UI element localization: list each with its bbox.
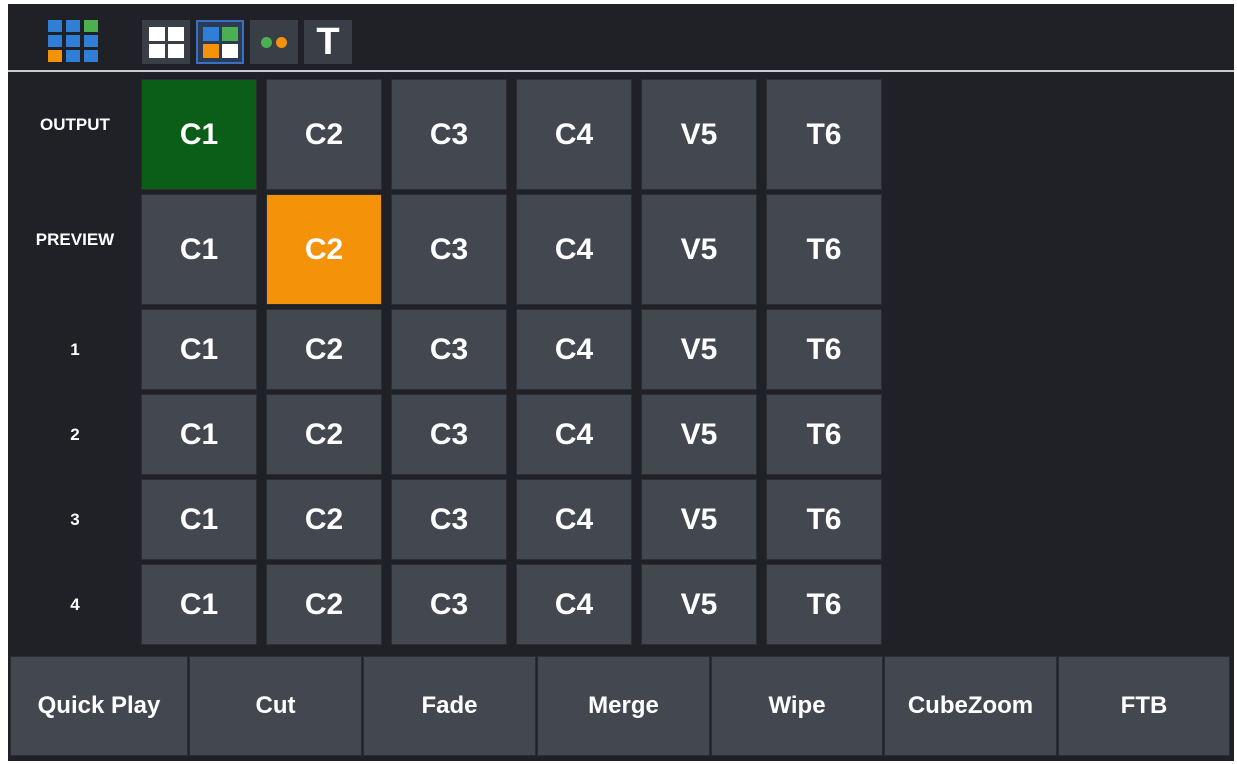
row-label: OUTPUT <box>40 115 110 134</box>
source-button-output-c4[interactable]: C4 <box>516 79 632 190</box>
transition-ftb-button[interactable]: FTB <box>1058 656 1230 756</box>
multiview-grid-logo-icon <box>48 20 98 64</box>
source-button-4-c3[interactable]: C3 <box>391 564 507 645</box>
row-label: PREVIEW <box>35 230 115 249</box>
source-button-preview-v5[interactable]: V5 <box>641 194 757 305</box>
layout-grid-color-button[interactable] <box>196 20 244 64</box>
source-button-output-t6[interactable]: T6 <box>766 79 882 190</box>
source-button-4-c4[interactable]: C4 <box>516 564 632 645</box>
source-button-1-c3[interactable]: C3 <box>391 309 507 390</box>
source-button-preview-c2[interactable]: C2 <box>266 194 382 305</box>
layout-grid-icon <box>148 26 184 58</box>
source-button-3-c4[interactable]: C4 <box>516 479 632 560</box>
source-button-4-c1[interactable]: C1 <box>141 564 257 645</box>
source-button-output-c3[interactable]: C3 <box>391 79 507 190</box>
transition-bar: Quick Play Cut Fade Merge Wipe CubeZoom FTB <box>8 656 1234 760</box>
transition-merge-button[interactable]: Merge <box>537 656 710 756</box>
text-overlay-button[interactable]: T <box>304 20 352 64</box>
source-button-3-c3[interactable]: C3 <box>391 479 507 560</box>
source-button-3-c2[interactable]: C2 <box>266 479 382 560</box>
source-button-3-v5[interactable]: V5 <box>641 479 757 560</box>
switcher-panel: T OUTPUT C1 C2 C3 C4 V5 T6 PREVIEW C1 C2 C3 C4 V5 T6 1… <box>8 4 1234 761</box>
top-toolbar: T <box>8 4 1234 70</box>
source-button-2-t6[interactable]: T6 <box>766 394 882 475</box>
record-dots-icon <box>261 36 287 48</box>
transition-cubezoom-button[interactable]: CubeZoom <box>884 656 1057 756</box>
source-button-3-c1[interactable]: C1 <box>141 479 257 560</box>
transition-fade-button[interactable]: Fade <box>363 656 536 756</box>
transition-wipe-button[interactable]: Wipe <box>711 656 883 756</box>
source-button-1-c4[interactable]: C4 <box>516 309 632 390</box>
source-button-2-c2[interactable]: C2 <box>266 394 382 475</box>
source-button-preview-c4[interactable]: C4 <box>516 194 632 305</box>
source-button-output-c1[interactable]: C1 <box>141 79 257 190</box>
source-button-4-c2[interactable]: C2 <box>266 564 382 645</box>
source-button-4-v5[interactable]: V5 <box>641 564 757 645</box>
source-button-2-v5[interactable]: V5 <box>641 394 757 475</box>
source-button-1-v5[interactable]: V5 <box>641 309 757 390</box>
transition-quick-play-button[interactable]: Quick Play <box>10 656 188 756</box>
source-button-output-v5[interactable]: V5 <box>641 79 757 190</box>
layout-grid-button[interactable] <box>142 20 190 64</box>
row-label: 3 <box>70 510 80 529</box>
source-button-preview-c3[interactable]: C3 <box>391 194 507 305</box>
layout-grid-color-icon <box>202 26 238 58</box>
source-button-1-c1[interactable]: C1 <box>141 309 257 390</box>
row-label: 2 <box>70 425 80 444</box>
source-button-2-c3[interactable]: C3 <box>391 394 507 475</box>
transition-cut-button[interactable]: Cut <box>189 656 362 756</box>
source-button-1-t6[interactable]: T6 <box>766 309 882 390</box>
row-label: 1 <box>70 340 80 359</box>
source-button-preview-t6[interactable]: T6 <box>766 194 882 305</box>
source-button-4-t6[interactable]: T6 <box>766 564 882 645</box>
text-overlay-icon: T <box>316 21 340 63</box>
row-label: 4 <box>70 595 80 614</box>
source-button-1-c2[interactable]: C2 <box>266 309 382 390</box>
source-button-output-c2[interactable]: C2 <box>266 79 382 190</box>
source-button-3-t6[interactable]: T6 <box>766 479 882 560</box>
record-dots-button[interactable] <box>250 20 298 64</box>
toolbar-divider <box>8 70 1234 72</box>
source-button-2-c4[interactable]: C4 <box>516 394 632 475</box>
source-button-2-c1[interactable]: C1 <box>141 394 257 475</box>
source-button-preview-c1[interactable]: C1 <box>141 194 257 305</box>
